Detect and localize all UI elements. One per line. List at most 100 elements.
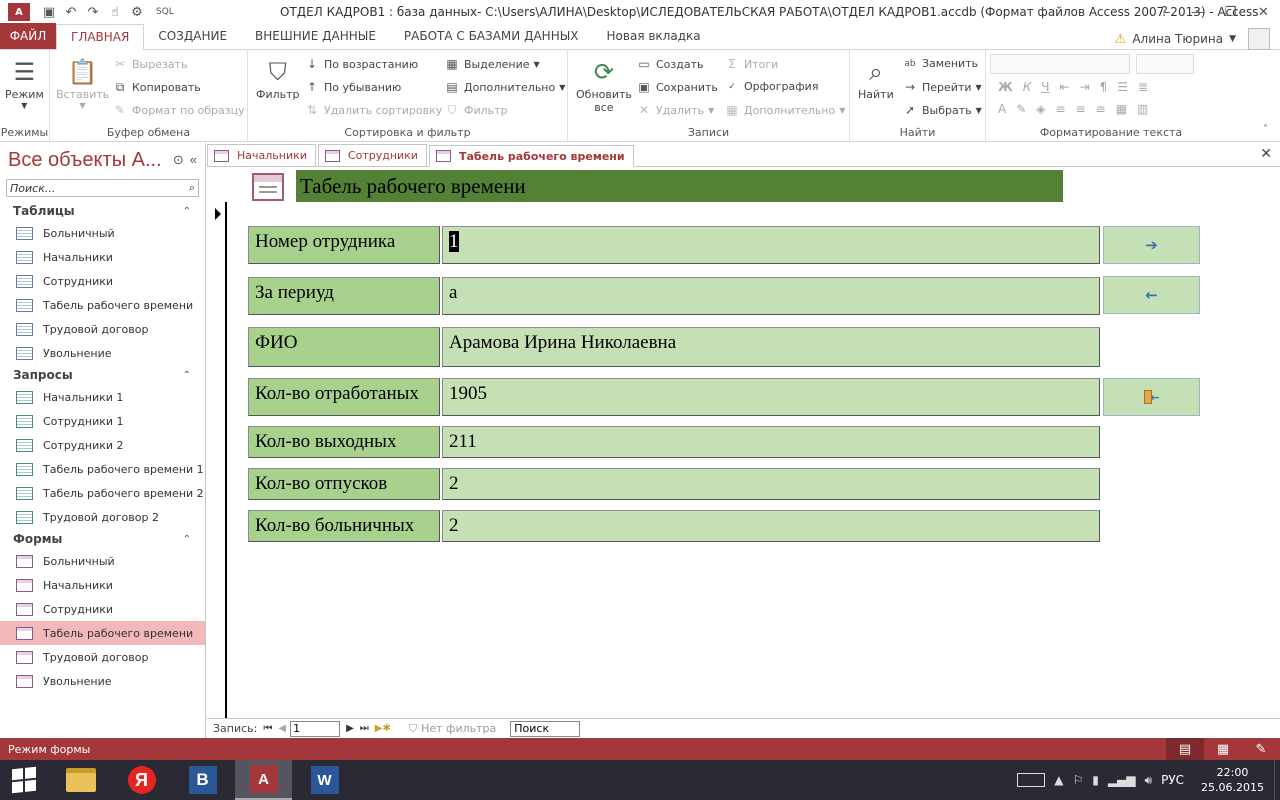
record-selector[interactable] [207,202,227,722]
record-search-input[interactable]: Поиск [510,720,581,737]
collapse-section-icon[interactable]: ⌃ [183,534,191,545]
nav-item[interactable]: Табель рабочего времени [0,293,205,317]
layout-view-icon[interactable]: ▦ [1204,738,1242,760]
language-indicator[interactable]: РУС [1161,773,1184,787]
nav-item[interactable]: Больничный [0,221,205,245]
filter-status[interactable]: ⛉ Нет фильтра [409,722,496,736]
paste-button[interactable]: 📋 Вставить ▼ [56,56,109,110]
fill-icon[interactable]: ◈ [1036,102,1045,116]
avatar[interactable] [1248,28,1270,50]
nav-item[interactable]: Увольнение [0,669,205,693]
list-icon[interactable]: ☰ [1117,80,1128,94]
align-center-icon[interactable]: ≡ [1076,102,1086,116]
close-icon[interactable]: ✕ [1247,0,1280,24]
nav-item[interactable]: Больничный [0,549,205,573]
nav-item[interactable]: Трудовой договор [0,645,205,669]
nav-item[interactable]: Сотрудники 1 [0,409,205,433]
sort-descending-button[interactable]: ↑ По убыванию [304,80,401,94]
nav-item[interactable]: Сотрудники [0,269,205,293]
show-desktop-button[interactable] [1274,760,1280,800]
restore-icon[interactable]: ❐ [1214,0,1247,24]
collapse-pane-icon[interactable]: « [190,152,197,168]
copy-button[interactable]: ⧉ Копировать [112,80,201,95]
redo-icon[interactable]: ↷ [84,3,102,21]
view-button[interactable]: ☰ Режим ▼ [5,56,44,110]
next-record-icon[interactable]: ▶ [346,723,354,734]
nav-item[interactable]: Сотрудники 2 [0,433,205,457]
battery-icon[interactable]: ▮ [1092,773,1099,787]
doc-tab-tabel[interactable]: Табель рабочего времени [428,145,634,167]
delete-record-button[interactable]: ✕ Удалить ▼ [636,103,714,117]
collapse-ribbon-icon[interactable]: ˄ [1263,124,1268,135]
taskbar-word-doc[interactable]: B [174,760,231,800]
doc-tab-nachalniki[interactable]: Начальники [207,144,316,166]
nav-section-header[interactable]: Формы ⌃ [0,529,205,549]
font-size-select[interactable] [1136,54,1194,74]
highlight-icon[interactable]: ✎ [1016,102,1026,116]
full-name-field[interactable]: Арамова Ирина Николаевна [442,327,1100,367]
collapse-section-icon[interactable]: ⌃ [183,206,191,217]
search-icon[interactable]: ⌕ [189,181,195,195]
goto-button[interactable]: → Перейти ▼ [902,80,982,94]
align-left-icon[interactable]: ≡ [1056,102,1066,116]
spelling-button[interactable]: ✓ Орфография [724,80,818,93]
keyboard-icon[interactable] [1017,773,1046,787]
design-view-icon[interactable]: ✎ [1242,738,1280,760]
font-color-button[interactable]: A [998,102,1006,116]
days-off-field[interactable]: 211 [442,426,1100,458]
first-record-icon[interactable]: ⏮ [263,723,272,734]
close-document-icon[interactable]: ✕ [1260,146,1272,162]
employee-id-field[interactable]: 1 [442,226,1100,264]
tab-external-data[interactable]: ВНЕШНИЕ ДАННЫЕ [241,23,390,49]
format-painter-button[interactable]: ✎ Формат по образцу [112,103,245,117]
touch-mode-icon[interactable]: ☝ [106,3,124,21]
minimize-icon[interactable]: — [1181,0,1214,24]
filter-button[interactable]: ⛉ Фильтр [256,56,300,101]
cut-button[interactable]: ✂ Вырезать [112,57,188,71]
outdent-icon[interactable]: ⇥ [1080,80,1090,94]
italic-button[interactable]: К [1023,80,1032,94]
find-button[interactable]: ⌕ Найти [858,56,894,101]
paragraph-icon[interactable]: ¶ [1100,80,1108,94]
taskbar-access[interactable]: A [235,760,292,800]
nav-section-header[interactable]: Таблицы ⌃ [0,201,205,221]
new-record-icon[interactable]: ▶✱ [375,723,391,734]
tab-database-tools[interactable]: РАБОТА С БАЗАМИ ДАННЫХ [390,23,593,49]
totals-button[interactable]: Σ Итоги [724,57,778,71]
toggle-filter-button[interactable]: ⛉ Фильтр [444,103,507,118]
worked-count-field[interactable]: 1905 [442,378,1100,416]
underline-button[interactable]: Ч [1041,80,1049,94]
tab-file[interactable]: ФАЙЛ [0,23,56,49]
start-button[interactable] [0,760,48,800]
bold-button[interactable]: Ж [998,80,1013,94]
nav-item[interactable]: Начальники 1 [0,385,205,409]
action-center-icon[interactable]: ⚐ [1072,773,1083,787]
save-record-button[interactable]: ▣ Сохранить [636,80,718,94]
chevron-down-icon[interactable]: ⊙ [173,152,184,168]
nav-item[interactable]: Трудовой договор [0,317,205,341]
new-record-button[interactable]: ▭ Создать [636,57,703,71]
doc-tab-sotrudniki[interactable]: Сотрудники [317,144,427,166]
tab-create[interactable]: СОЗДАНИЕ [144,23,241,49]
last-record-icon[interactable]: ⏭ [360,723,369,734]
customize-icon[interactable]: ⚙ [128,3,146,21]
next-record-button[interactable]: ➔ [1103,226,1200,264]
align-right-icon[interactable]: ≡ [1096,102,1106,116]
user-name[interactable]: Алина Тюрина [1132,32,1223,46]
form-view-icon[interactable]: ▤ [1166,738,1204,760]
nav-item[interactable]: Увольнение [0,341,205,365]
save-icon[interactable]: ▣ [40,3,58,21]
prev-record-icon[interactable]: ◀ [278,723,286,734]
taskbar-yandex-browser[interactable]: Я [113,760,170,800]
nav-item[interactable]: Сотрудники [0,597,205,621]
gridlines-icon[interactable]: ▦ [1116,102,1127,116]
signal-icon[interactable]: ▂▄▆ [1108,773,1136,787]
tab-home[interactable]: ГЛАВНАЯ [56,24,145,50]
remove-sort-button[interactable]: ⇅ Удалить сортировку [304,103,442,117]
taskbar-word[interactable]: W [296,760,353,800]
current-record-input[interactable]: 1 [290,720,341,737]
nav-item[interactable]: Табель рабочего времени [0,621,205,645]
refresh-all-button[interactable]: ⟳ Обновить все [576,56,632,114]
vacations-field[interactable]: 2 [442,468,1100,500]
replace-button[interactable]: ab Заменить [902,57,978,70]
